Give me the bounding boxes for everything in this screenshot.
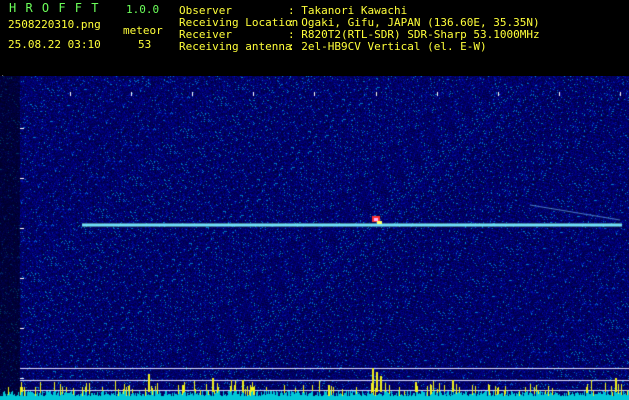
app-name: H R O F F T — [9, 1, 100, 15]
timestamp: 25.08.22 03:10 — [8, 38, 101, 51]
antenna-key: Receiving antenna — [179, 40, 292, 53]
file-name: 2508220310.png — [8, 18, 101, 31]
mode-label: meteor — [123, 24, 163, 37]
antenna-value: : 2el-HB9CV Vertical (el. E-W) — [288, 40, 487, 53]
meteor-count: 53 — [138, 38, 152, 51]
header-panel: H R O F F T 1.0.0 2508220310.png meteor … — [0, 0, 629, 76]
app-version: 1.0.0 — [126, 3, 160, 16]
spectrogram — [0, 76, 629, 400]
